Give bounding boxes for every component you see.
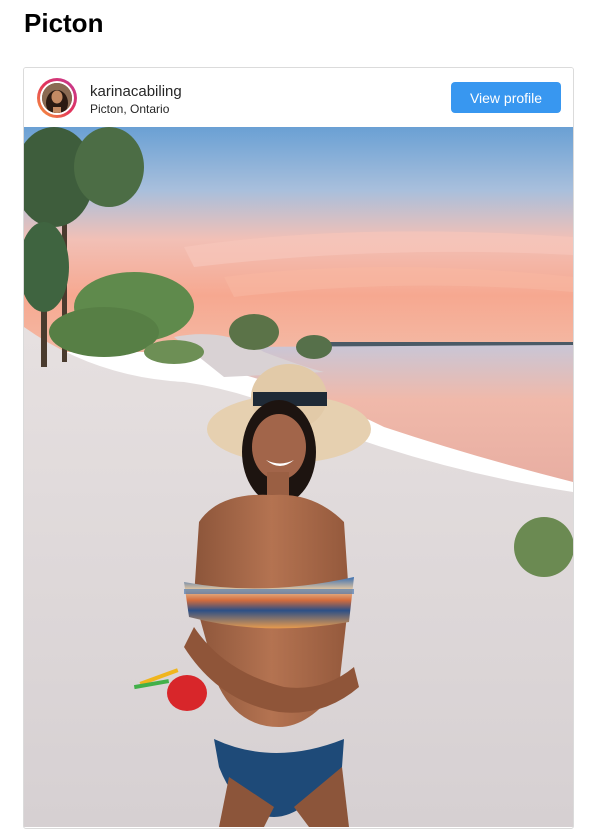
avatar[interactable]	[37, 78, 77, 118]
view-profile-button[interactable]: View profile	[451, 82, 561, 113]
username-link[interactable]: karinacabiling	[90, 83, 182, 100]
post-header: karinacabiling Picton, Ontario View prof…	[24, 68, 573, 127]
instagram-embed: karinacabiling Picton, Ontario View prof…	[23, 67, 574, 829]
page-title: Picton	[24, 8, 104, 38]
post-photo[interactable]	[24, 127, 573, 827]
location-link[interactable]: Picton, Ontario	[90, 102, 169, 116]
avatar-photo	[42, 83, 72, 113]
